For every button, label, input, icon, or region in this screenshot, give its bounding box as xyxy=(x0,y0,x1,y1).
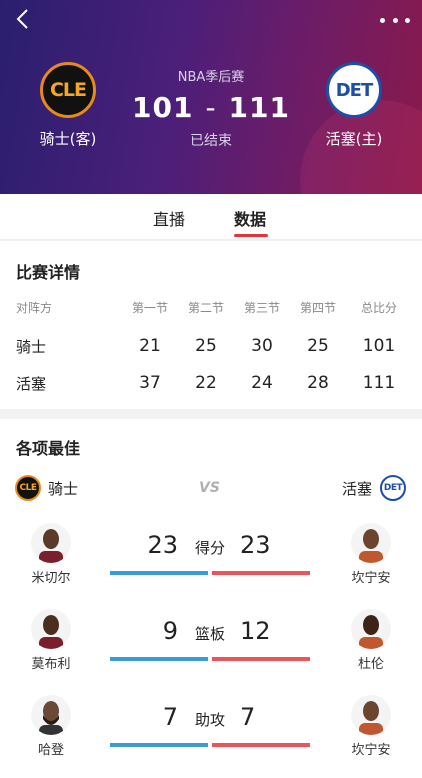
scoreboard: 101-111 xyxy=(111,91,311,124)
cavaliers-logo-icon: CLE xyxy=(15,475,41,501)
table-row: 活塞 37 22 24 28 111 xyxy=(0,373,422,410)
home-logo-text: DET xyxy=(335,79,374,101)
home-stat-value: 23 xyxy=(240,531,271,559)
table-header-row: 对阵方 第一节 第二节 第三节 第四节 总比分 xyxy=(0,299,422,336)
away-stat-bar xyxy=(110,571,208,575)
score-cell: 25 xyxy=(195,336,217,356)
away-stat-value: 7 xyxy=(162,703,178,731)
home-stat-bar xyxy=(212,571,310,575)
home-stat-bar xyxy=(212,657,310,661)
away-score: 101 xyxy=(131,91,194,124)
home-stat-value: 7 xyxy=(240,703,256,731)
score-cell: 21 xyxy=(139,336,161,356)
more-button[interactable] xyxy=(380,10,410,30)
player-name: 哈登 xyxy=(37,743,64,758)
section-title: 各项最佳 xyxy=(16,439,81,458)
home-mini-logo-text: DET xyxy=(383,483,403,493)
away-stat-value: 23 xyxy=(147,531,178,559)
cavaliers-logo-icon: CLE xyxy=(40,62,96,118)
player-name: 坎宁安 xyxy=(351,571,391,586)
player-card[interactable]: 坎宁安 xyxy=(339,523,403,586)
more-dot-icon xyxy=(405,17,410,23)
player-name: 米切尔 xyxy=(31,571,71,586)
score-cell: 37 xyxy=(139,373,161,393)
away-team-label: 骑士 xyxy=(48,480,79,498)
game-details-card: 比赛详情 对阵方 第一节 第二节 第三节 第四节 总比分 骑士 21 25 30… xyxy=(0,241,422,409)
home-stat-value: 12 xyxy=(240,617,271,645)
away-team-name: 骑士(客) xyxy=(39,130,97,148)
total-cell: 111 xyxy=(362,373,396,393)
column-header: 对阵方 xyxy=(16,301,53,315)
tab-data[interactable]: 数据 xyxy=(234,206,266,230)
away-stat-value: 9 xyxy=(162,617,178,645)
score-cell: 30 xyxy=(251,336,273,356)
away-team[interactable]: CLE 骑士(客) xyxy=(13,62,123,149)
player-card[interactable]: 哈登 xyxy=(19,695,83,758)
back-button[interactable] xyxy=(10,6,36,32)
column-header: 第二节 xyxy=(187,301,224,315)
team-cell: 活塞 xyxy=(16,375,47,393)
chevron-left-icon xyxy=(16,9,28,29)
score-cell: 22 xyxy=(195,373,217,393)
home-team-name: 活塞(主) xyxy=(325,130,383,148)
more-dot-icon xyxy=(380,17,385,23)
away-logo-text: CLE xyxy=(49,79,87,101)
player-card[interactable]: 杜伦 xyxy=(339,609,403,672)
player-avatar xyxy=(351,695,391,735)
tab-live[interactable]: 直播 xyxy=(153,206,185,230)
player-avatar xyxy=(351,523,391,563)
player-avatar xyxy=(351,609,391,649)
column-header: 第一节 xyxy=(131,301,168,315)
score-separator: - xyxy=(205,91,217,124)
player-card[interactable]: 莫布利 xyxy=(19,609,83,672)
table-row: 骑士 21 25 30 25 101 xyxy=(0,336,422,373)
pistons-logo-icon: DET xyxy=(380,475,406,501)
active-tab-indicator xyxy=(234,234,268,237)
score-cell: 24 xyxy=(251,373,273,393)
league-label: NBA季后赛 xyxy=(177,70,245,85)
player-avatar xyxy=(31,609,71,649)
game-status: 已结束 xyxy=(190,133,232,149)
total-cell: 101 xyxy=(362,336,396,356)
stat-label: 助攻 xyxy=(194,711,225,729)
away-stat-bar xyxy=(110,657,208,661)
column-header: 第四节 xyxy=(299,301,336,315)
home-team-label: 活塞 xyxy=(341,480,372,498)
player-name: 莫布利 xyxy=(31,657,71,672)
team-cell: 骑士 xyxy=(16,338,47,356)
player-avatar xyxy=(31,523,71,563)
home-team[interactable]: DET 活塞(主) xyxy=(299,62,409,149)
section-title: 比赛详情 xyxy=(16,263,81,282)
player-card[interactable]: 坎宁安 xyxy=(339,695,403,758)
home-score: 111 xyxy=(228,91,290,124)
player-card[interactable]: 米切尔 xyxy=(19,523,83,586)
home-stat-bar xyxy=(212,743,310,747)
player-name: 杜伦 xyxy=(357,657,384,672)
pistons-logo-icon: DET xyxy=(326,62,382,118)
more-dot-icon xyxy=(392,17,398,23)
stat-row-rebounds: 莫布利 9 篮板 12 杜伦 xyxy=(0,609,422,689)
column-header: 总比分 xyxy=(360,301,397,315)
team-leaders-card: 各项最佳 CLE 骑士 VS 活塞 DET 米切尔 23 得分 23 坎宁安 莫… xyxy=(0,419,422,778)
player-name: 坎宁安 xyxy=(351,743,391,758)
vs-label: VS xyxy=(199,480,220,496)
score-cell: 28 xyxy=(307,373,329,393)
stat-label: 得分 xyxy=(194,539,225,557)
stat-label: 篮板 xyxy=(194,625,225,643)
score-cell: 25 xyxy=(307,336,329,356)
quarter-score-table: 对阵方 第一节 第二节 第三节 第四节 总比分 骑士 21 25 30 25 1… xyxy=(0,299,422,410)
leaders-teams-row: CLE 骑士 VS 活塞 DET xyxy=(0,475,422,503)
column-header: 第三节 xyxy=(243,301,280,315)
stat-row-assists: 哈登 7 助攻 7 坎宁安 xyxy=(0,695,422,775)
away-mini-logo-text: CLE xyxy=(19,483,38,493)
game-header: CLE 骑士(客) NBA季后赛 101-111 已结束 DET 活塞(主) xyxy=(0,0,422,194)
stat-row-points: 米切尔 23 得分 23 坎宁安 xyxy=(0,523,422,603)
away-stat-bar xyxy=(110,743,208,747)
score-panel: NBA季后赛 101-111 已结束 xyxy=(111,66,311,150)
player-avatar xyxy=(31,695,71,735)
tab-bar: 直播 数据 xyxy=(0,194,422,240)
